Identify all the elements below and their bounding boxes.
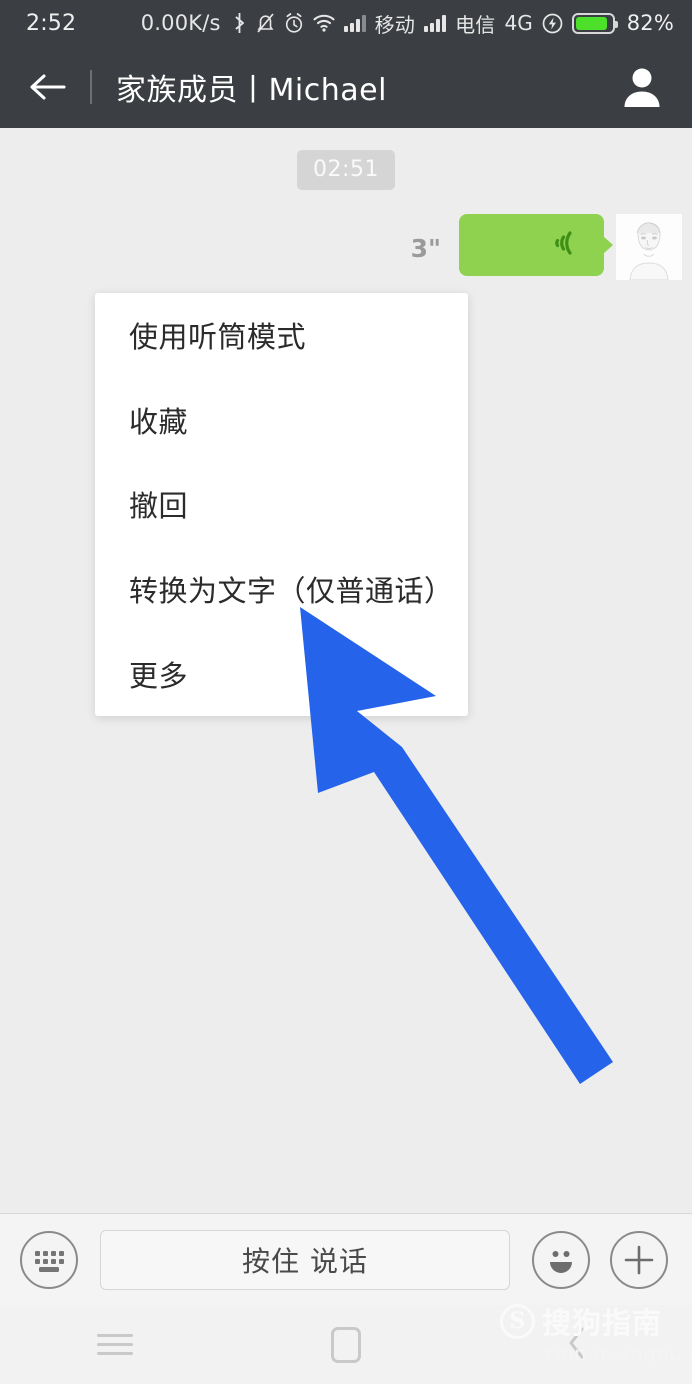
nav-back-button[interactable] [461,1305,692,1384]
page-title: 家族成员丨Michael [116,73,387,108]
emoji-smiley-icon[interactable] [532,1230,590,1289]
mute-bell-icon [256,12,275,34]
context-menu[interactable]: 使用听筒模式 收藏 撤回 转换为文字（仅普通话） 更多 [95,293,468,716]
hold-to-talk-button[interactable]: 按住 说话 [100,1229,510,1290]
menu-item-recall[interactable]: 撤回 [129,462,468,547]
navigation-bar [0,1305,692,1384]
title-bar: 家族成员丨Michael [0,46,692,128]
voice-wave-icon [548,226,582,264]
message-timestamp: 02:51 [297,150,395,190]
contact-profile-icon[interactable] [618,63,666,111]
nav-menu-button[interactable] [0,1305,231,1384]
keyboard-icon[interactable] [20,1230,78,1289]
menu-item-more[interactable]: 更多 [129,631,468,716]
carrier-two-label: 电信 [455,12,496,37]
timestamp-row: 02:51 [0,150,692,190]
wifi-icon [313,13,335,33]
phone-screen: 2:52 0.00K/s 移动 电信 4G 82% 家族成员丨Michael 0… [0,0,692,1384]
plus-icon[interactable] [610,1230,668,1289]
status-clock: 2:52 [26,10,77,36]
avatar[interactable] [616,214,682,280]
nav-back-icon [567,1326,587,1364]
nav-menu-icon [97,1334,134,1355]
message-row: 3" [0,214,692,280]
nav-home-icon [331,1326,361,1363]
menu-item-earpiece-mode[interactable]: 使用听筒模式 [129,293,468,378]
network-speed-label: 0.00K/s [140,11,221,35]
charging-bolt-icon [542,13,563,34]
alarm-clock-icon [284,12,304,34]
menu-item-favorite[interactable]: 收藏 [129,378,468,463]
voice-message-bubble[interactable] [459,214,613,276]
battery-percent-label: 82% [626,11,674,35]
input-bar: 按住 说话 [0,1213,692,1305]
bluetooth-icon [232,12,247,34]
menu-item-convert-to-text[interactable]: 转换为文字（仅普通话） [129,547,468,632]
back-arrow-icon[interactable] [26,66,68,108]
carrier-one-label: 移动 [374,12,416,37]
signal-bars-icon-2 [424,14,447,32]
status-icons-group: 0.00K/s 移动 电信 4G 82% [141,9,674,38]
status-bar: 2:52 0.00K/s 移动 电信 4G 82% [0,0,692,46]
title-divider [90,70,92,104]
nav-home-button[interactable] [231,1305,462,1384]
network-type-label: 4G [504,11,533,35]
voice-duration-label: 3" [410,233,441,263]
battery-icon [571,12,618,34]
signal-bars-icon [343,14,366,32]
